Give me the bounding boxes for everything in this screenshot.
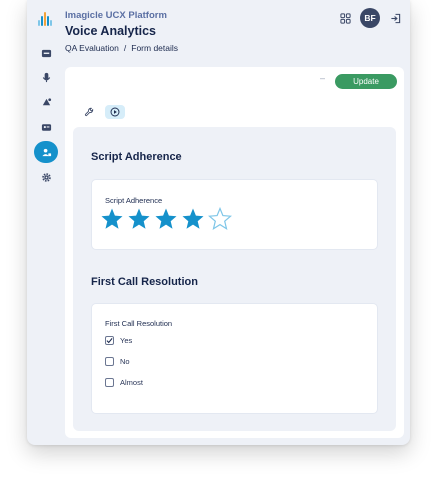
star-rating[interactable] [100, 207, 232, 231]
checkbox-unchecked[interactable] [105, 378, 114, 387]
grid-icon [339, 12, 351, 24]
field-label-script-adherence: Script Adherence [105, 196, 163, 205]
apps-grid-button[interactable] [338, 11, 352, 25]
section-title-script-adherence: Script Adherence [91, 151, 182, 163]
checkbox-label: Yes [120, 336, 133, 345]
checkbox-checked[interactable] [105, 336, 114, 345]
star-empty-icon[interactable] [208, 207, 232, 231]
logout-button[interactable] [388, 11, 402, 25]
sidebar-item-dashboard[interactable] [34, 42, 58, 64]
star-filled-icon[interactable] [154, 207, 178, 231]
app-window: Imagicle UCX Platform Voice Analytics QA… [27, 0, 410, 445]
checkbox-label: Almost [120, 378, 143, 387]
contact-card-icon [41, 123, 51, 131]
user-group-icon [41, 148, 51, 156]
dashboard-icon [41, 49, 51, 57]
form-preview-panel: Script Adherence Script Adherence First … [73, 127, 396, 431]
gear-icon [41, 172, 51, 182]
checkbox-option[interactable]: Almost [105, 378, 143, 387]
field-label-first-call-resolution: First Call Resolution [105, 319, 173, 328]
wrench-icon [84, 107, 94, 117]
sidebar [27, 0, 63, 445]
checkbox-unchecked[interactable] [105, 357, 114, 366]
section-title-first-call-resolution: First Call Resolution [91, 276, 198, 288]
platform-brand: Imagicle UCX Platform [65, 10, 167, 21]
update-button[interactable]: Update [335, 74, 397, 89]
breadcrumb-separator: / [123, 43, 127, 53]
field-card-script-adherence: Script Adherence [91, 179, 378, 250]
play-circle-icon [110, 107, 120, 117]
logout-icon [390, 13, 400, 23]
field-card-first-call-resolution: First Call Resolution Yes No Almost [91, 303, 378, 414]
edit-tool-button[interactable] [79, 105, 99, 119]
star-filled-icon[interactable] [100, 207, 124, 231]
sidebar-item-voice[interactable] [34, 66, 58, 88]
user-avatar[interactable]: BF [360, 8, 380, 28]
sidebar-item-qa-evaluation[interactable] [34, 141, 58, 163]
form-details-card: – Update Script Adherence Script Adheren… [65, 67, 404, 438]
checkbox-option[interactable]: No [105, 357, 130, 366]
star-filled-icon[interactable] [181, 207, 205, 231]
checkbox-label: No [120, 357, 130, 366]
alert-icon [42, 97, 51, 105]
checkbox-option[interactable]: Yes [105, 336, 132, 345]
sidebar-item-alerts[interactable] [34, 91, 58, 113]
app-title: Voice Analytics [65, 24, 157, 38]
microphone-icon [42, 72, 50, 82]
check-icon [106, 338, 113, 344]
sidebar-item-contacts[interactable] [34, 116, 58, 138]
imagicle-logo-icon[interactable] [38, 12, 54, 26]
breadcrumb: QA Evaluation / Form details [65, 43, 178, 53]
preview-tool-button[interactable] [105, 105, 125, 119]
breadcrumb-qa-evaluation[interactable]: QA Evaluation [65, 43, 119, 53]
status-dash: – [320, 73, 326, 83]
breadcrumb-form-details: Form details [131, 43, 179, 53]
star-filled-icon[interactable] [127, 207, 151, 231]
sidebar-item-settings[interactable] [34, 166, 58, 188]
